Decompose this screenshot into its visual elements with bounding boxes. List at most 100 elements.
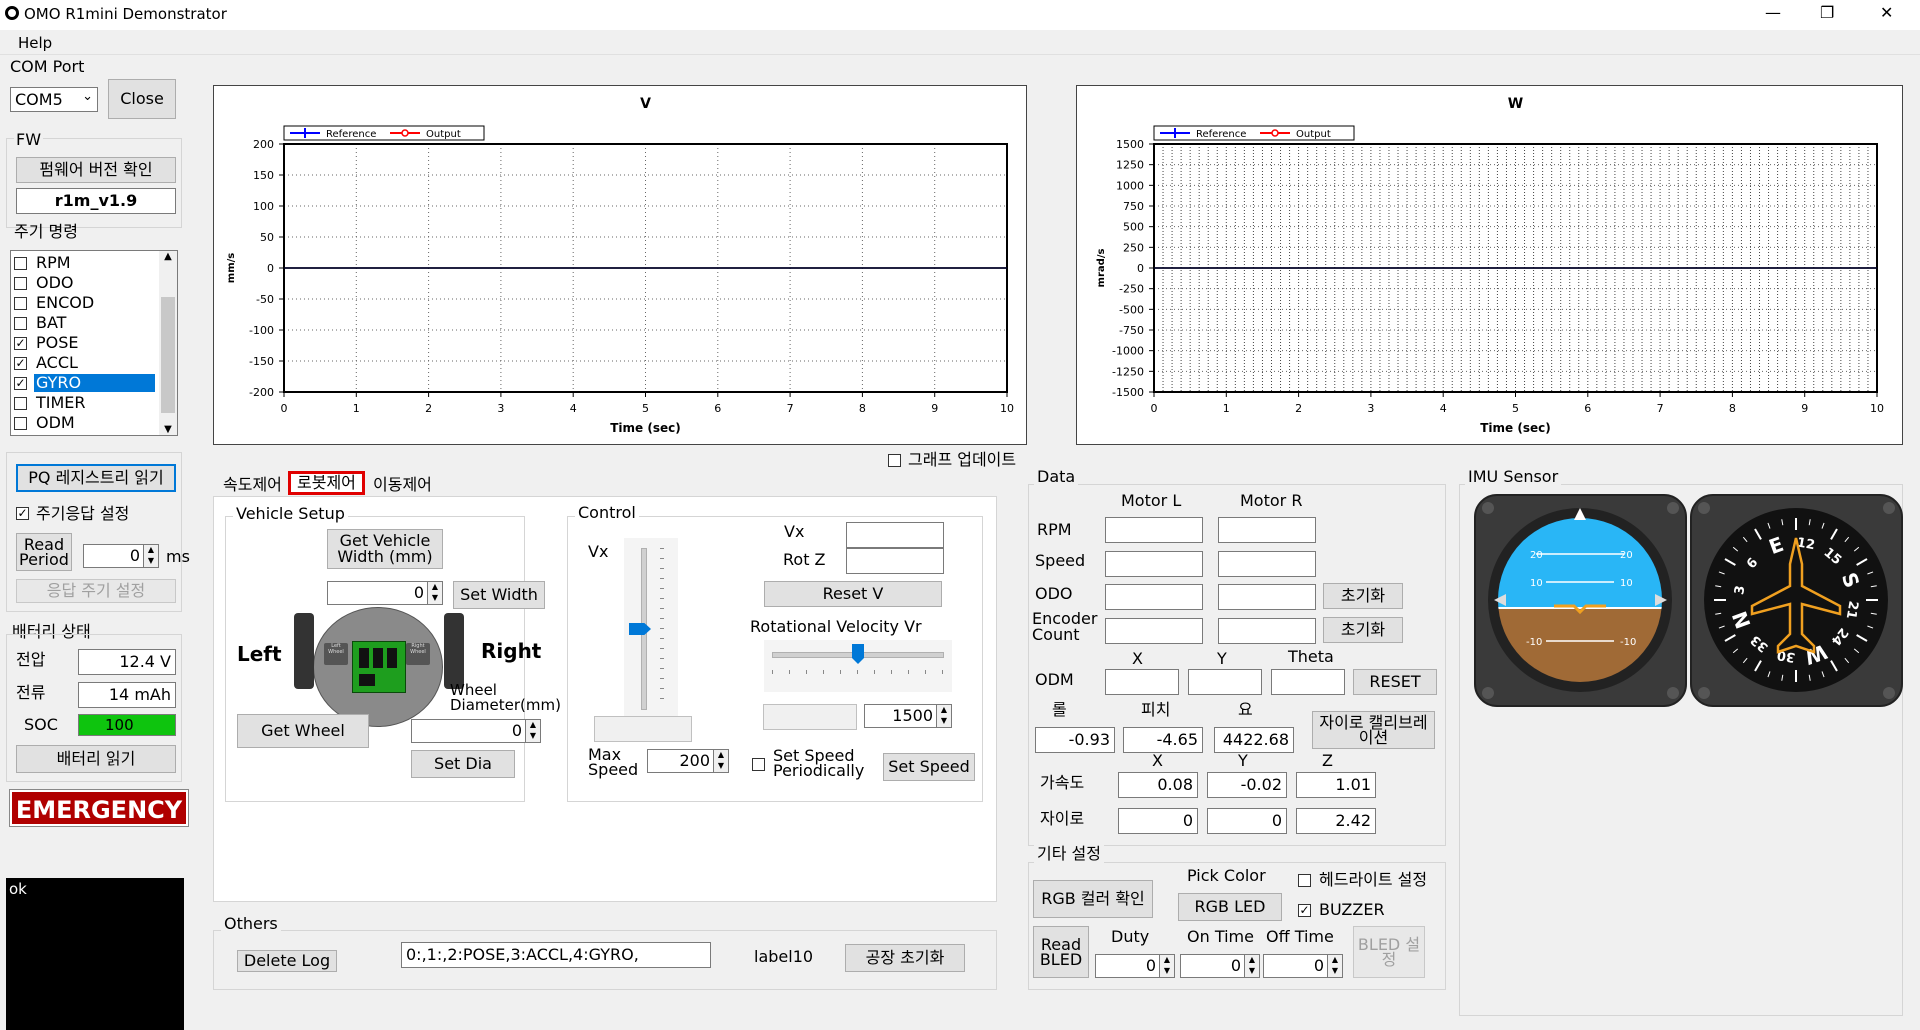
- list-item-checkbox[interactable]: [14, 397, 27, 410]
- list-item[interactable]: ✓ POSE: [11, 333, 159, 353]
- vx-field[interactable]: [846, 522, 944, 548]
- periodic-response-checkbox[interactable]: ✓: [16, 507, 29, 520]
- com-close-button[interactable]: Close: [108, 79, 176, 119]
- period-unit: ms: [166, 547, 190, 566]
- rot-slider[interactable]: [764, 640, 952, 692]
- tab-speed-control[interactable]: 속도제어: [223, 475, 282, 495]
- legend-marker: [1271, 129, 1279, 137]
- period-stepper[interactable]: 0 ▲ ▼: [83, 544, 159, 568]
- read-period-button[interactable]: Read Period: [16, 533, 72, 571]
- list-item[interactable]: ✓ GYRO: [11, 373, 159, 393]
- voltage-label: 전압: [16, 650, 46, 669]
- set-speed-periodic-checkbox[interactable]: [752, 758, 765, 771]
- console-text: ok: [9, 880, 27, 898]
- tab-robot-control[interactable]: 로봇제어: [288, 471, 365, 495]
- set-speed-button[interactable]: Set Speed: [883, 753, 975, 781]
- list-item-checkbox[interactable]: [14, 317, 27, 330]
- motor-r-label: Motor R: [1240, 491, 1303, 510]
- reset-v-button[interactable]: Reset V: [764, 581, 942, 607]
- encoder-reset-button[interactable]: 초기화: [1323, 617, 1403, 643]
- diameter-stepper[interactable]: 0 ▲ ▼: [411, 719, 541, 743]
- period-value: 0: [83, 544, 143, 568]
- read-bled-button[interactable]: Read BLED: [1033, 926, 1089, 978]
- list-scrollbar[interactable]: ▲ ▼: [159, 251, 177, 435]
- graph-update-label: 그래프 업데이트: [908, 450, 1017, 469]
- buzzer-checkbox[interactable]: ✓: [1298, 904, 1311, 917]
- menu-help[interactable]: Help: [18, 34, 52, 52]
- set-period-button[interactable]: 응답 주기 설정: [16, 579, 176, 603]
- rgb-led-button[interactable]: RGB LED: [1178, 893, 1282, 921]
- x-tick-label: 4: [570, 402, 577, 415]
- rot-value-stepper[interactable]: 1500 ▲ ▼: [864, 704, 952, 728]
- duty-stepper[interactable]: 0 ▲ ▼: [1095, 954, 1175, 978]
- on-time-stepper[interactable]: 0 ▲ ▼: [1180, 954, 1260, 978]
- x-header: X: [1132, 649, 1143, 668]
- list-item-checkbox[interactable]: [14, 297, 27, 310]
- maximize-icon[interactable]: ❐: [1820, 4, 1834, 22]
- list-item[interactable]: RPM: [11, 253, 159, 273]
- x-tick-label: 6: [1584, 402, 1591, 415]
- scroll-thumb[interactable]: [161, 297, 175, 413]
- minimize-icon[interactable]: —: [1765, 4, 1781, 22]
- periodic-list[interactable]: RPM ODO ENCOD BAT ✓ POSE ✓ ACCL ✓ GYRO TIMER ODM ▲ …: [10, 250, 178, 436]
- left-label: Left: [237, 642, 282, 666]
- list-item-checkbox[interactable]: [14, 257, 27, 270]
- max-speed-stepper[interactable]: 200 ▲ ▼: [647, 749, 729, 773]
- y-tick-label: -1250: [1112, 365, 1144, 378]
- list-item[interactable]: ✓ ACCL: [11, 353, 159, 373]
- list-item-label: RPM: [36, 253, 71, 272]
- scroll-up-icon[interactable]: ▲: [159, 251, 177, 262]
- list-item[interactable]: BAT: [11, 313, 159, 333]
- list-item[interactable]: ODM: [11, 413, 159, 433]
- delete-log-button[interactable]: Delete Log: [237, 950, 337, 972]
- odm-reset-button[interactable]: RESET: [1353, 669, 1437, 695]
- vx-slider[interactable]: [624, 538, 678, 718]
- list-item-checkbox[interactable]: [14, 277, 27, 290]
- encoder-r-field: [1218, 618, 1316, 644]
- factory-reset-button[interactable]: 공장 초기화: [845, 944, 965, 972]
- headlight-checkbox[interactable]: [1298, 874, 1311, 887]
- width-stepper[interactable]: 0 ▲ ▼: [327, 581, 443, 605]
- gyro-calibration-button[interactable]: 자이로 캘리브레 이션: [1312, 711, 1435, 749]
- list-item[interactable]: ENCOD: [11, 293, 159, 313]
- list-item-checkbox[interactable]: ✓: [14, 337, 27, 350]
- close-window-icon[interactable]: ✕: [1880, 4, 1893, 22]
- imu-label: IMU Sensor: [1465, 468, 1562, 486]
- y-tick-label: -150: [249, 355, 274, 368]
- vx-slider-thumb[interactable]: [629, 623, 651, 635]
- set-dia-button[interactable]: Set Dia: [411, 750, 515, 778]
- list-item[interactable]: TIMER: [11, 393, 159, 413]
- fw-check-button[interactable]: 펌웨어 버전 확인: [16, 157, 176, 183]
- emergency-button[interactable]: EMERGENCY: [9, 789, 189, 827]
- com-port-label: COM Port: [10, 57, 85, 76]
- list-item-checkbox[interactable]: ✓: [14, 377, 27, 390]
- x-tick-label: 8: [859, 402, 866, 415]
- gyro-x-field: 0: [1118, 808, 1198, 834]
- read-bled-label: Read BLED: [1039, 935, 1083, 969]
- odo-reset-button[interactable]: 초기화: [1323, 583, 1403, 609]
- rpm-r-field: [1218, 517, 1316, 543]
- graph-update-checkbox[interactable]: [888, 454, 901, 467]
- list-item-checkbox[interactable]: ✓: [14, 357, 27, 370]
- tab-move-control[interactable]: 이동제어: [373, 475, 432, 495]
- off-time-stepper[interactable]: 0 ▲ ▼: [1263, 954, 1343, 978]
- battery-read-button[interactable]: 배터리 읽기: [16, 745, 176, 773]
- off-time-value: 0: [1263, 954, 1327, 978]
- com-port-select[interactable]: COM5 ⌄: [10, 87, 98, 112]
- legend-marker: [401, 129, 409, 137]
- pq-read-button[interactable]: PQ 레지스트리 읽기: [16, 464, 176, 492]
- log-field[interactable]: 0:,1:,2:POSE,3:ACCL,4:GYRO,: [401, 942, 711, 968]
- x-axis-label: Time (sec): [1480, 421, 1550, 435]
- set-width-button[interactable]: Set Width: [453, 581, 545, 609]
- get-wheel-button[interactable]: Get Wheel: [237, 714, 369, 748]
- rotz-field[interactable]: [846, 548, 944, 574]
- get-vehicle-width-button[interactable]: Get Vehicle Width (mm): [327, 529, 443, 569]
- bled-set-button[interactable]: BLED 설 정: [1353, 926, 1425, 978]
- accel-z-field: 1.01: [1296, 772, 1376, 798]
- list-item-checkbox[interactable]: [14, 417, 27, 430]
- chart-title: V: [640, 96, 651, 112]
- list-item[interactable]: ODO: [11, 273, 159, 293]
- scroll-down-icon[interactable]: ▼: [159, 424, 177, 435]
- rgb-check-button[interactable]: RGB 컬러 확인: [1033, 880, 1153, 918]
- rot-slider-thumb[interactable]: [852, 644, 864, 664]
